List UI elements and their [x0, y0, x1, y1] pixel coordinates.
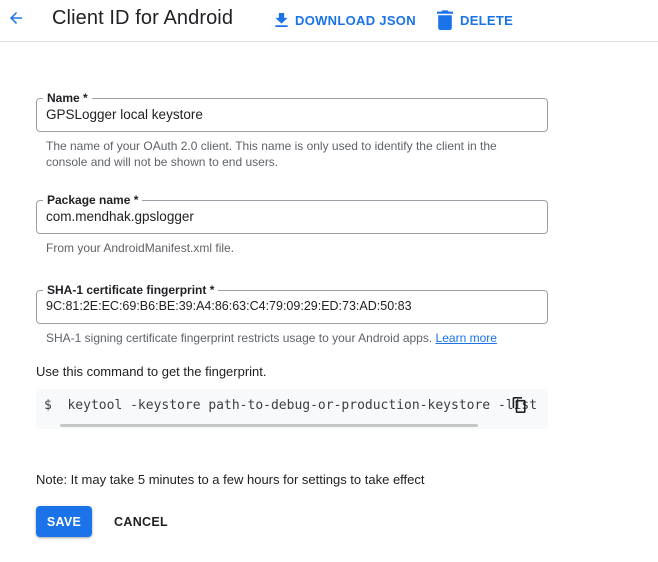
download-json-label: DOWNLOAD JSON [295, 12, 416, 28]
client-id-page: Client ID for Android DOWNLOAD JSON DELE… [0, 0, 658, 562]
package-field-group: Package name * From your AndroidManifest… [36, 192, 548, 256]
sha1-field[interactable]: SHA-1 certificate fingerprint * [36, 282, 548, 324]
copy-icon [512, 397, 526, 413]
command-code-box: $ keytool -keystore path-to-debug-or-pro… [36, 389, 548, 429]
arrow-back-icon [10, 12, 22, 24]
back-button[interactable] [6, 8, 26, 28]
page-title: Client ID for Android [52, 7, 234, 29]
command-intro: Use this command to get the fingerprint. [36, 364, 267, 379]
package-input[interactable] [46, 209, 536, 224]
code-scrollbar[interactable] [60, 424, 478, 427]
name-field-group: Name * The name of your OAuth 2.0 client… [36, 90, 548, 170]
sha1-field-label: SHA-1 certificate fingerprint * [43, 282, 219, 298]
name-field-label: Name * [43, 90, 92, 106]
sha1-help-text: SHA-1 signing certificate fingerprint re… [46, 331, 433, 345]
name-field[interactable]: Name * [36, 90, 548, 132]
learn-more-link[interactable]: Learn more [436, 331, 497, 345]
name-help-text: The name of your OAuth 2.0 client. This … [46, 139, 497, 169]
package-field[interactable]: Package name * [36, 192, 548, 234]
settings-note: Note: It may take 5 minutes to a few hou… [36, 472, 425, 487]
delete-label: DELETE [460, 12, 514, 28]
cancel-button[interactable]: CANCEL [104, 506, 178, 537]
package-help-text: From your AndroidManifest.xml file. [46, 241, 235, 255]
package-field-label: Package name * [43, 192, 143, 208]
delete-button[interactable]: DELETE [437, 10, 513, 30]
sha1-input[interactable] [46, 299, 536, 313]
download-icon [275, 13, 288, 27]
name-input[interactable] [46, 107, 536, 122]
trash-icon [437, 10, 453, 30]
download-json-button[interactable]: DOWNLOAD JSON [275, 10, 416, 30]
page-header: Client ID for Android DOWNLOAD JSON DELE… [0, 0, 658, 42]
sha1-help: SHA-1 signing certificate fingerprint re… [46, 330, 546, 346]
copy-button[interactable] [512, 397, 528, 413]
save-button[interactable]: SAVE [36, 506, 92, 537]
command-code: $ keytool -keystore path-to-debug-or-pro… [44, 398, 538, 413]
sha1-field-group: SHA-1 certificate fingerprint * SHA-1 si… [36, 282, 548, 346]
